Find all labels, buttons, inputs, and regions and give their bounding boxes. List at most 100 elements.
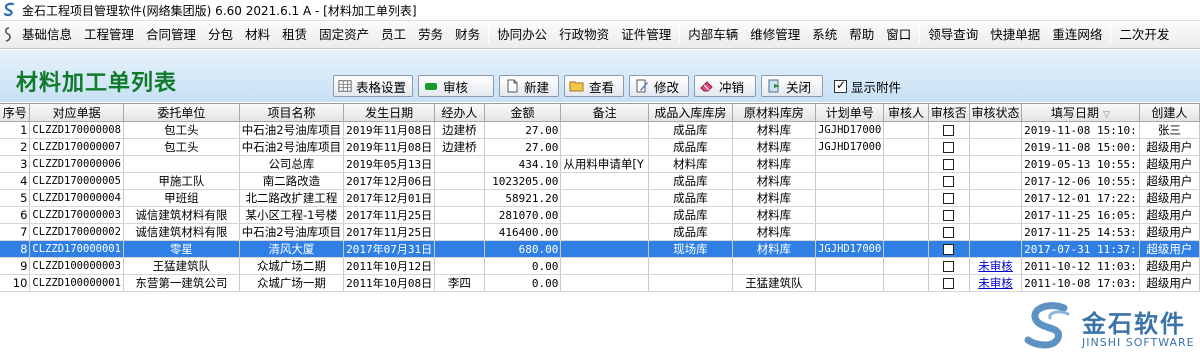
menu-grip-icon[interactable] [4,26,12,44]
menu-item[interactable]: 窗口 [880,24,917,46]
approved-checkbox[interactable] [943,261,955,272]
column-header[interactable]: 成品入库库房 [648,104,733,122]
column-header[interactable]: 创建人 [1139,104,1200,122]
menu-item[interactable]: 维修管理 [744,24,806,46]
table-cell: 中石油2号油库项目 [239,223,345,241]
column-header[interactable]: 对应单据 [29,104,124,122]
grid-settings-button[interactable]: 表格设置 [333,75,413,97]
table-cell: 2011-10-12 11:03: [1021,257,1140,275]
close-button[interactable]: 关闭 [761,75,823,97]
menu-item[interactable]: 二次开发 [1113,24,1175,46]
column-header[interactable]: 金额 [484,104,562,122]
menu-item[interactable]: 协同办公 [491,24,553,46]
table-cell: 王猛建筑队 [732,274,817,292]
table-cell [883,155,929,173]
column-header[interactable]: 发生日期 [343,104,436,122]
table-cell [815,206,885,224]
menu-separator [1110,26,1112,44]
column-header[interactable]: 项目名称 [239,104,345,122]
show-attachment-checkbox[interactable] [834,78,847,93]
table-row[interactable]: 2 CLZZD170000007 包工头 中石油2号油库项目 2019年11月08日 边建… [0,138,1200,156]
approved-checkbox[interactable] [943,159,955,170]
column-header[interactable]: 委托单位 [123,104,240,122]
table-cell: 2019年05月13日 [343,155,436,173]
menu-item[interactable]: 系统 [806,24,843,46]
menu-item[interactable]: 劳务 [412,24,449,46]
menu-item[interactable]: 员工 [375,24,412,46]
approved-checkbox[interactable] [943,244,955,255]
menu-item[interactable]: 领导查询 [922,24,984,46]
table-cell [928,172,970,190]
edit-label: 修改 [654,79,680,95]
approval-status-link[interactable]: 未审核 [978,259,1013,273]
view-button[interactable]: 查看 [564,75,624,97]
approved-checkbox[interactable] [943,227,955,238]
menu-item[interactable]: 快捷单据 [984,24,1046,46]
table-row[interactable]: 6 CLZZD170000003 诚信建筑材料有限 某小区工程-1号楼 2017年11月… [0,206,1200,224]
approved-checkbox[interactable] [943,142,955,153]
approved-checkbox[interactable] [943,278,955,289]
approval-status-link[interactable]: 未审核 [978,276,1013,290]
menu-item[interactable]: 基础信息 [16,24,78,46]
table-cell: 0.00 [484,274,562,292]
show-attachment-toggle[interactable]: 显示附件 [834,77,901,96]
table-row[interactable]: 10 CLZZD100000001 东营第一建筑公司 众城广场一期 2011年10月08… [0,274,1200,292]
column-header[interactable]: 审核人 [883,104,929,122]
table-cell: 成品库 [648,206,733,224]
column-header[interactable]: 原材料库房 [732,104,817,122]
new-label: 新建 [524,79,550,95]
table-row[interactable]: 9 CLZZD100000003 王猛建筑队 众城广场二期 2011年10月12日 0.0… [0,257,1200,275]
menu-item[interactable]: 材料 [239,24,276,46]
menu-item[interactable]: 租赁 [276,24,313,46]
table-row[interactable]: 8 CLZZD170000001 零星 清风大厦 2017年07月31日 680.00 现场… [0,240,1200,258]
approved-checkbox[interactable] [943,210,955,221]
menu-item[interactable]: 证件管理 [615,24,677,46]
menu-item[interactable]: 财务 [449,24,486,46]
approve-button[interactable]: 审核 [418,75,494,97]
menu-item[interactable]: 合同管理 [140,24,202,46]
menu-item[interactable]: 分包 [202,24,239,46]
menu-item[interactable]: 内部车辆 [682,24,744,46]
column-header[interactable]: 审核状态 [969,104,1023,122]
column-header-label: 对应单据 [52,106,101,120]
menu-item[interactable]: 固定资产 [313,24,375,46]
column-header[interactable]: 序号 [0,104,31,122]
approved-checkbox[interactable] [943,193,955,204]
reverse-button[interactable]: 冲销 [694,75,756,97]
table-cell: 超级用户 [1139,240,1200,258]
column-header[interactable]: 填写日期 ▽ [1021,104,1140,122]
table-row[interactable]: 7 CLZZD170000002 诚信建筑材料有限 中石油2号油库项目 2017年11月… [0,223,1200,241]
column-header-label: 序号 [2,106,27,120]
logo-english-text: JINSHI SOFTWARE [1082,336,1195,349]
edit-button[interactable]: 修改 [629,75,689,97]
column-header[interactable]: 备注 [560,104,649,122]
approved-checkbox[interactable] [943,176,955,187]
column-header[interactable]: 审核否 [928,104,970,122]
approved-checkbox[interactable] [943,125,955,136]
menu-item[interactable]: 重连网络 [1046,24,1108,46]
table-row[interactable]: 1 CLZZD170000008 包工头 中石油2号油库项目 2019年11月08日 边建… [0,121,1200,139]
table-cell: 434.10 [484,155,562,173]
menu-item[interactable]: 工程管理 [78,24,140,46]
table-cell [883,172,929,190]
table-cell: 包工头 [123,121,240,139]
column-header-label: 原材料库房 [743,106,804,120]
table-cell [560,138,649,156]
column-header[interactable]: 经办人 [434,104,485,122]
table-row[interactable]: 3 CLZZD170000006 公司总库 2019年05月13日 434.10 从用料申… [0,155,1200,173]
table-cell [815,172,885,190]
column-header[interactable]: 计划单号 [815,104,885,122]
new-button[interactable]: 新建 [499,75,559,97]
table-cell [928,240,970,258]
table-cell [969,172,1023,190]
table-row[interactable]: 5 CLZZD170000004 甲班组 北二路改扩建工程 2017年12月01日 589… [0,189,1200,207]
table-cell: 2011年10月12日 [343,257,436,275]
table-cell [969,223,1023,241]
table-row[interactable]: 4 CLZZD170000005 甲施工队 南二路改造 2017年12月06日 10232… [0,172,1200,190]
menu-item[interactable]: 行政物资 [553,24,615,46]
table-cell [969,121,1023,139]
menu-item[interactable]: 帮助 [843,24,880,46]
table-cell: 4 [0,172,31,190]
reverse-label: 冲销 [719,79,745,95]
table-cell: CLZZD100000003 [29,257,124,275]
